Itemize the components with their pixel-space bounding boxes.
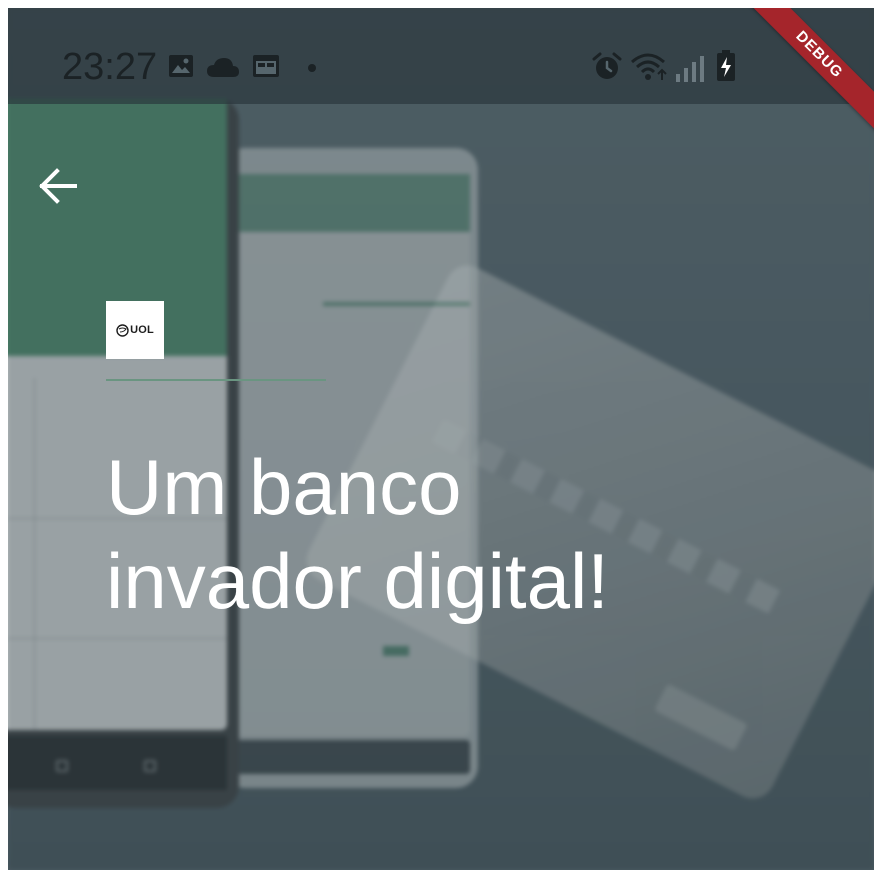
hero-line-2: invador digital! <box>106 537 609 625</box>
gallery-icon <box>169 55 193 77</box>
signal-icon <box>676 56 704 82</box>
cloud-icon <box>207 58 239 77</box>
app-screen: 23:27 DEBUG UOL Um banco invador digital… <box>8 8 874 870</box>
back-button[interactable] <box>30 158 86 214</box>
wifi-icon <box>631 53 667 80</box>
notification-dot-icon <box>308 64 316 72</box>
logo-mark: UOL <box>116 323 154 337</box>
logo-text: UOL <box>130 324 154 336</box>
battery-charging-icon <box>717 50 735 81</box>
debug-banner: DEBUG <box>744 8 874 132</box>
arrow-left-icon <box>39 168 77 204</box>
accent-divider <box>106 379 326 381</box>
alarm-icon <box>592 52 622 79</box>
hero-headline: Um banco invador digital! <box>106 440 806 628</box>
debug-banner-container: DEBUG <box>744 8 874 138</box>
uol-globe-icon <box>116 323 129 337</box>
status-time: 23:27 <box>62 46 158 88</box>
calendar-icon <box>253 55 279 77</box>
hero-line-1: Um banco <box>106 443 462 531</box>
uol-logo: UOL <box>106 301 164 359</box>
